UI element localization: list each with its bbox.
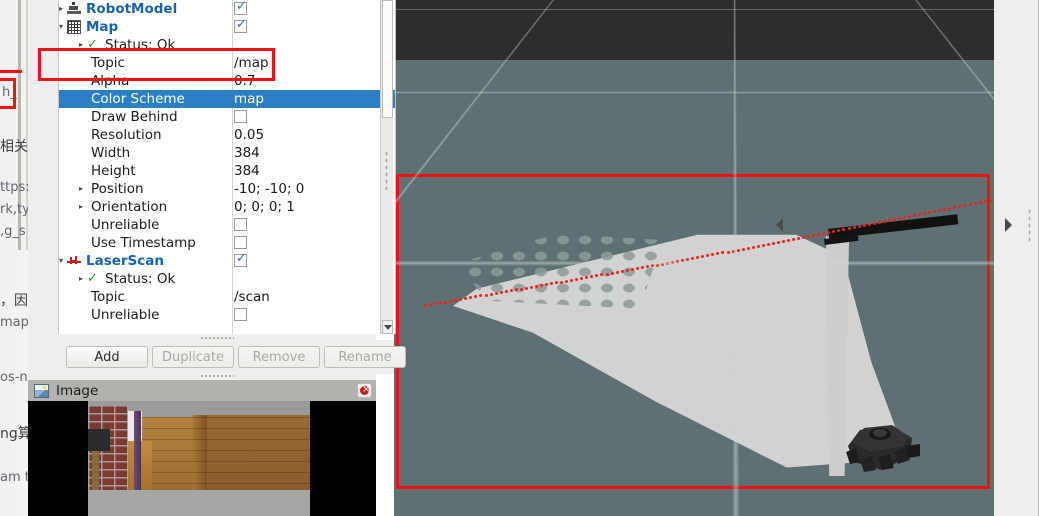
camera-floor xyxy=(88,490,310,516)
tree-row[interactable]: ▸ RobotModel xyxy=(59,0,395,18)
add-button[interactable]: Add xyxy=(66,346,148,368)
tree-row-label: Unreliable xyxy=(91,217,160,233)
topic-row-annotation-box xyxy=(38,48,275,81)
tree-row-label: Color Scheme xyxy=(91,91,185,107)
tree-row-checkbox[interactable] xyxy=(234,218,247,231)
chevron-right-icon[interactable]: ▸ xyxy=(59,0,67,18)
tree-row-value[interactable]: -10; -10; 0 xyxy=(234,180,304,198)
tree-row-label: LaserScan xyxy=(86,253,165,269)
right-collapsed-panel xyxy=(994,0,1039,516)
tree-row-label: Draw Behind xyxy=(91,109,178,125)
chevron-down-icon[interactable]: ▾ xyxy=(59,252,67,270)
tree-row-checkbox[interactable] xyxy=(234,251,247,267)
top-annotation-line xyxy=(0,70,22,73)
tree-row-value[interactable]: 384 xyxy=(234,144,260,162)
tree-row-value[interactable]: 384 xyxy=(234,162,260,180)
tree-row-label: Width xyxy=(91,145,131,161)
close-icon[interactable] xyxy=(357,382,372,398)
grid-icon xyxy=(67,20,81,34)
panel-bottom-grip[interactable] xyxy=(200,374,234,379)
camera-wood-planks xyxy=(138,417,310,491)
background-text-fragment: ，因 xyxy=(0,293,28,309)
tree-scrollbar-thumb[interactable] xyxy=(382,0,393,118)
status-ok-icon: ✓ xyxy=(87,271,98,286)
rename-button: Rename xyxy=(324,346,406,368)
laser-icon xyxy=(67,254,81,268)
image-panel-titlebar[interactable]: Image xyxy=(28,380,376,401)
tree-row[interactable]: Draw Behind xyxy=(59,108,395,126)
duplicate-button: Duplicate xyxy=(152,346,234,368)
tree-row-label: Use Timestamp xyxy=(91,235,196,251)
tree-row[interactable]: Height 384 xyxy=(59,162,395,180)
far-right-background xyxy=(1039,0,1053,516)
tree-row-checkbox[interactable] xyxy=(234,110,247,123)
tree-row-checkbox[interactable] xyxy=(234,236,247,249)
tree-row[interactable]: ▾ LaserScan xyxy=(59,251,395,270)
background-text-fragment: ng算 xyxy=(0,426,32,442)
chevron-right-icon[interactable]: ▸ xyxy=(75,180,87,198)
tree-row[interactable]: Color Scheme map xyxy=(59,90,395,108)
camera-pillar xyxy=(92,445,99,493)
tree-row-label: Topic xyxy=(91,289,125,305)
tree-row-checkbox[interactable] xyxy=(234,0,247,15)
tree-row-label: Height xyxy=(91,163,136,179)
rviz-3d-viewport[interactable] xyxy=(394,0,994,516)
tree-row[interactable]: Unreliable xyxy=(59,306,395,324)
chevron-right-icon[interactable]: ▸ xyxy=(75,198,87,216)
tree-row[interactable]: Unreliable xyxy=(59,216,395,234)
tree-row[interactable]: Use Timestamp xyxy=(59,234,395,252)
background-text-fragment: ,g_s xyxy=(0,224,26,239)
tree-row[interactable]: ▸ Position -10; -10; 0 xyxy=(59,180,395,198)
tree-row-label: Resolution xyxy=(91,127,162,143)
image-panel-body xyxy=(28,401,376,516)
sky-backdrop xyxy=(394,0,994,60)
tree-row-value[interactable]: /scan xyxy=(234,288,270,306)
tree-row-label: RobotModel xyxy=(86,1,178,17)
tree-row-label: Status: Ok xyxy=(105,271,176,287)
tree-row-value[interactable]: 0.05 xyxy=(234,126,264,144)
tree-row-label: Position xyxy=(91,181,144,197)
tree-row-checkbox[interactable] xyxy=(234,17,247,33)
tree-row[interactable]: ▸ Orientation 0; 0; 0; 1 xyxy=(59,198,395,216)
camera-dark-object xyxy=(88,429,110,451)
background-text-fragment: 相关 xyxy=(0,139,28,155)
tree-row[interactable]: Topic/scan xyxy=(59,288,395,306)
image-icon xyxy=(34,383,49,398)
camera-post xyxy=(134,411,141,493)
image-panel-title: Image xyxy=(56,382,99,399)
right-splitter-handle-icon[interactable] xyxy=(1005,218,1015,232)
remove-button: Remove xyxy=(238,346,320,368)
tree-row[interactable]: ▸ ✓ Status: Ok xyxy=(59,270,395,288)
right-splitter-grip[interactable] xyxy=(1028,208,1031,244)
chevron-down-icon[interactable]: ▾ xyxy=(59,18,67,36)
robot-icon xyxy=(67,2,81,16)
tree-row[interactable]: Resolution 0.05 xyxy=(59,126,395,144)
background-text-fragment: os-n xyxy=(0,370,28,385)
image-panel: Image xyxy=(28,380,376,516)
tree-scrollbar-down-arrow-icon[interactable] xyxy=(382,320,393,334)
left-splitter-handle-icon[interactable] xyxy=(776,218,786,232)
tree-row-checkbox[interactable] xyxy=(234,308,247,321)
tree-row-value[interactable]: map xyxy=(234,90,264,108)
tree-row-value[interactable]: 0; 0; 0; 1 xyxy=(234,198,295,216)
background-text-fragment: rk,ty xyxy=(0,202,30,217)
chevron-right-icon[interactable]: ▸ xyxy=(75,270,87,288)
tree-row-label: Unreliable xyxy=(91,307,160,323)
left-annotation-box xyxy=(0,78,16,109)
camera-feed xyxy=(88,401,310,516)
tree-row-label: Orientation xyxy=(91,199,168,215)
tree-row[interactable]: Width 384 xyxy=(59,144,395,162)
background-text-fragment: am t xyxy=(0,470,30,485)
panel-grip-dots[interactable] xyxy=(385,150,388,190)
tree-row[interactable]: ▾ Map xyxy=(59,17,395,36)
tree-row-label: Map xyxy=(86,19,119,35)
viewport-selection-annotation xyxy=(396,174,990,489)
